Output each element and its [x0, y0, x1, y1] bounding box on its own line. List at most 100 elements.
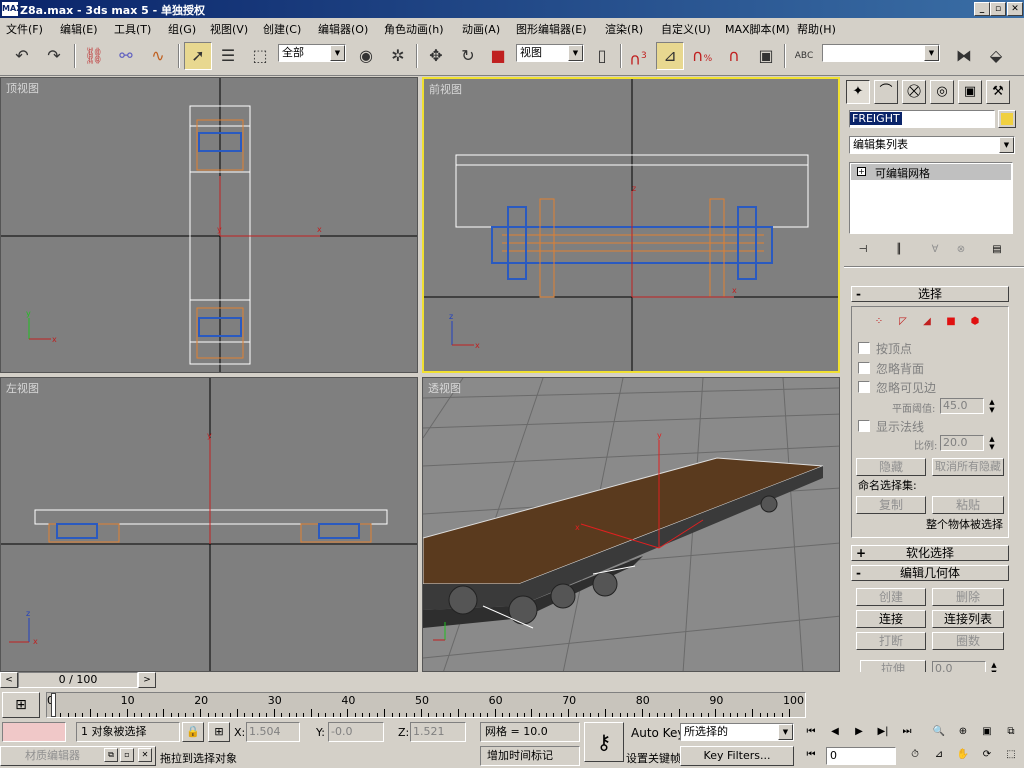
face-icon[interactable]: ◢: [918, 314, 936, 332]
edit-geometry-rollout-header[interactable]: - 编辑几何体: [851, 565, 1009, 581]
maximize-button[interactable]: ▫: [990, 2, 1006, 16]
ignore-backfacing-checkbox[interactable]: [858, 362, 870, 374]
angle-snap-icon[interactable]: ⊿: [656, 42, 684, 70]
edit-named-selection-icon[interactable]: ▣: [752, 42, 780, 70]
selection-rollout-header[interactable]: - 选择: [851, 286, 1009, 302]
current-frame-field[interactable]: 0: [826, 747, 896, 765]
menu-modifiers[interactable]: 编辑器(O): [318, 21, 368, 37]
unlink-icon[interactable]: ⚯: [112, 42, 140, 70]
attach-button[interactable]: 连接: [856, 610, 926, 628]
redo-icon[interactable]: ↷: [40, 42, 68, 70]
menu-animation[interactable]: 动画(A): [462, 21, 500, 37]
set-key-button[interactable]: 设置关键帧: [626, 750, 681, 766]
go-to-start-icon[interactable]: ⏮: [802, 724, 820, 742]
hierarchy-tab-icon[interactable]: ⛒: [902, 80, 926, 104]
abc-named-sets-icon[interactable]: ABC: [790, 42, 818, 70]
next-frame-button-icon[interactable]: ▶|: [874, 724, 892, 742]
zoom-extents-icon[interactable]: ▣: [978, 724, 996, 742]
spinner-snap-icon[interactable]: ∩: [720, 42, 748, 70]
x-coordinate-field[interactable]: 1.504: [246, 722, 300, 742]
create-button[interactable]: 创建: [856, 588, 926, 606]
maxscript-listener-mini[interactable]: [2, 722, 66, 742]
break-button[interactable]: 打断: [856, 632, 926, 650]
select-and-manipulate-icon[interactable]: ✲: [384, 42, 412, 70]
vertex-icon[interactable]: ⁘: [870, 314, 888, 332]
selection-filter-dropdown[interactable]: 全部 ▼: [278, 44, 346, 62]
menu-character[interactable]: 角色动画(h): [384, 21, 444, 37]
mirror-icon[interactable]: ⧓: [950, 42, 978, 70]
viewport-label[interactable]: 左视图: [6, 380, 39, 396]
bind-space-warp-icon[interactable]: ∿: [144, 42, 172, 70]
object-name-field[interactable]: FREIGHT: [849, 110, 995, 128]
show-normals-checkbox[interactable]: [858, 420, 870, 432]
menu-help[interactable]: 帮助(H): [797, 21, 836, 37]
select-and-link-icon[interactable]: ⛓: [80, 42, 108, 70]
previous-frame-icon[interactable]: ◀: [826, 724, 844, 742]
key-filters-button[interactable]: Key Filters...: [680, 746, 794, 766]
key-icon[interactable]: ⚷: [584, 722, 624, 762]
modifier-list-dropdown[interactable]: 编辑集列表 ▼: [849, 136, 1015, 154]
select-and-move-icon[interactable]: ✥: [422, 42, 450, 70]
maximize-icon[interactable]: ▫: [120, 748, 134, 762]
element-icon[interactable]: ⬢: [966, 314, 984, 332]
menu-views[interactable]: 视图(V): [210, 21, 248, 37]
close-button[interactable]: ✕: [1007, 2, 1023, 16]
open-track-view-icon[interactable]: ⊞: [2, 692, 40, 718]
zoom-all-icon[interactable]: ⊕: [954, 724, 972, 742]
menu-customize[interactable]: 自定义(U): [661, 21, 711, 37]
timeline-ruler[interactable]: 0102030405060708090100: [46, 692, 806, 718]
add-time-tag-button[interactable]: 增加时间标记: [480, 746, 580, 766]
menu-edit[interactable]: 编辑(E): [60, 21, 98, 37]
close-icon[interactable]: ✕: [138, 748, 152, 762]
app-icon[interactable]: MAX: [2, 2, 22, 16]
stack-item-editable-mesh[interactable]: + 可编辑网格: [851, 164, 1011, 180]
time-slider[interactable]: 0 / 100: [18, 672, 138, 688]
reference-coordinate-dropdown[interactable]: 视图 ▼: [516, 44, 584, 62]
z-coordinate-field[interactable]: 1.521: [410, 722, 466, 742]
auto-key-button[interactable]: Auto Key: [631, 726, 684, 740]
key-mode-toggle-icon[interactable]: ⏮: [802, 747, 820, 765]
viewport-label[interactable]: 透视图: [428, 380, 461, 396]
copy-button[interactable]: 复制: [856, 496, 926, 514]
viewport-top[interactable]: x y y x 顶视图: [0, 77, 418, 373]
normal-scale-spinner[interactable]: 20.0: [940, 435, 984, 451]
make-unique-icon[interactable]: ∀: [926, 242, 944, 260]
menu-file[interactable]: 文件(F): [6, 21, 43, 37]
pan-icon[interactable]: ✋: [954, 747, 972, 765]
attach-list-button[interactable]: 连接列表: [932, 610, 1004, 628]
viewport-perspective[interactable]: y x 透视图: [422, 377, 840, 672]
by-vertex-checkbox[interactable]: [858, 342, 870, 354]
snap-toggle-icon[interactable]: ∩3: [624, 42, 652, 70]
ignore-visible-edges-checkbox[interactable]: [858, 381, 870, 393]
soft-selection-rollout-header[interactable]: + 软化选择: [851, 545, 1009, 561]
select-and-rotate-icon[interactable]: ↻: [454, 42, 482, 70]
zoom-extents-all-icon[interactable]: ⧉: [1002, 724, 1020, 742]
zoom-icon[interactable]: 🔍: [930, 724, 948, 742]
edge-icon[interactable]: ◸: [894, 314, 912, 332]
viewport-label[interactable]: 顶视图: [6, 80, 39, 96]
selection-lock-icon[interactable]: 🔒: [182, 722, 204, 742]
menu-tools[interactable]: 工具(T): [114, 21, 151, 37]
y-coordinate-field[interactable]: -0.0: [328, 722, 384, 742]
viewport-front[interactable]: x z z x 前视图: [422, 77, 840, 373]
hide-button[interactable]: 隐藏: [856, 458, 926, 476]
create-tab-icon[interactable]: ✦: [846, 80, 870, 104]
menu-create[interactable]: 创建(C): [263, 21, 301, 37]
spinner-arrows-icon[interactable]: ▲▼: [986, 435, 998, 451]
key-mode-dropdown[interactable]: 所选择的 ▼: [680, 723, 794, 741]
time-cursor[interactable]: [51, 693, 56, 717]
menu-maxscript[interactable]: MAX脚本(M): [725, 21, 790, 37]
spinner-arrows-icon[interactable]: ▲▼: [986, 398, 998, 414]
transform-type-in-icon[interactable]: ⊞: [208, 722, 230, 742]
utilities-tab-icon[interactable]: ⚒: [986, 80, 1010, 104]
turn-button[interactable]: 圈数: [932, 632, 1004, 650]
polygon-icon[interactable]: ■: [942, 314, 960, 332]
go-to-end-icon[interactable]: ⏭: [898, 724, 916, 742]
next-frame-icon[interactable]: >: [138, 672, 156, 688]
align-icon[interactable]: ⬙: [982, 42, 1010, 70]
select-window-crossing-icon[interactable]: ◉: [352, 42, 380, 70]
play-icon[interactable]: ▶: [850, 724, 868, 742]
paste-button[interactable]: 粘贴: [932, 496, 1004, 514]
select-by-name-icon[interactable]: ☰: [214, 42, 242, 70]
configure-modifier-sets-icon[interactable]: ▤: [988, 242, 1006, 260]
